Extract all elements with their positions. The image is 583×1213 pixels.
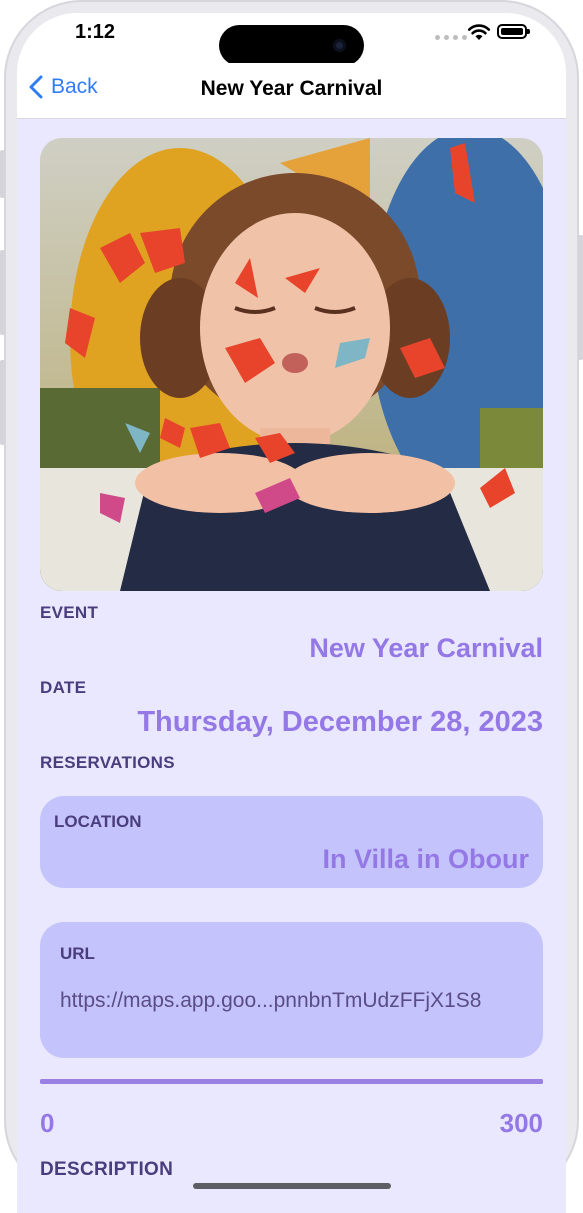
mute-switch — [0, 150, 5, 198]
power-button — [578, 235, 583, 360]
capacity-slider[interactable] — [40, 1079, 543, 1084]
front-camera — [333, 39, 346, 52]
battery-icon — [497, 24, 530, 39]
cellular-icon — [435, 35, 467, 40]
range-min: 0 — [40, 1108, 55, 1138]
home-indicator[interactable] — [193, 1183, 391, 1189]
range-max: 300 — [499, 1108, 543, 1138]
reservations-label: RESERVATIONS — [40, 753, 175, 772]
location-card: LOCATION In Villa in Obour — [40, 796, 543, 888]
event-name: New Year Carnival — [309, 633, 543, 663]
event-label: EVENT — [40, 603, 99, 622]
status-bar: 1:12 — [17, 13, 566, 66]
capacity-slider-fill — [40, 1079, 543, 1084]
page-title: New Year Carnival — [200, 77, 383, 100]
wifi-icon — [467, 24, 491, 40]
url-label: URL — [60, 944, 95, 963]
description-label: DESCRIPTION — [40, 1159, 174, 1180]
dynamic-island — [219, 25, 364, 66]
volume-down-button — [0, 360, 5, 445]
event-photo — [40, 138, 543, 591]
navigation-bar: Back New Year Carnival — [17, 63, 566, 119]
volume-up-button — [0, 250, 5, 335]
location-value: In Villa in Obour — [322, 844, 529, 874]
event-date: Thursday, December 28, 2023 — [137, 706, 543, 738]
url-value[interactable]: https://maps.app.goo...pnnbnTmUdzFFjX1S8 — [60, 989, 481, 1013]
date-label: DATE — [40, 678, 87, 697]
screen: 1:12 Back New Year Carnival EVENT New Ye… — [17, 13, 566, 1213]
url-card[interactable]: URL https://maps.app.goo...pnnbnTmUdzFFj… — [40, 922, 543, 1058]
location-label: LOCATION — [54, 812, 142, 831]
status-time: 1:12 — [75, 21, 116, 43]
